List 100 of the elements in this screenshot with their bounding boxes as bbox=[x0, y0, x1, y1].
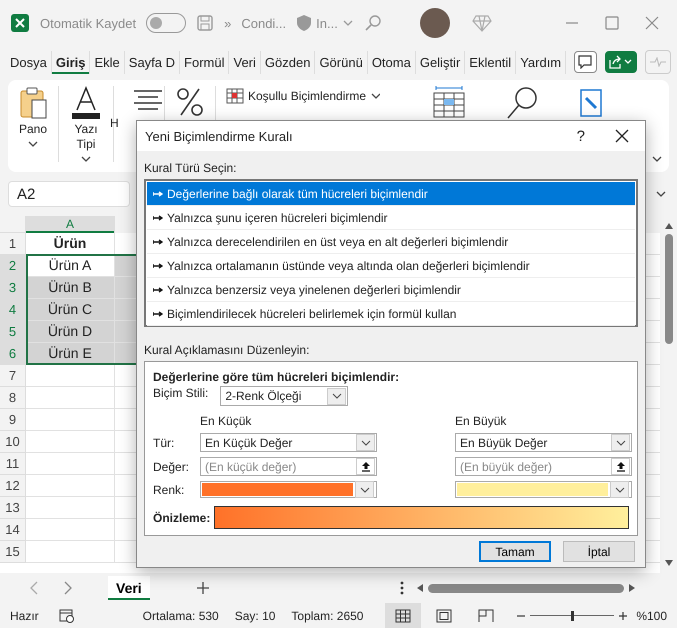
rule-type-option[interactable]: Yalnızca derecelendirilen en üst veya en alt değerleri biçimlendir bbox=[147, 230, 635, 254]
comment-icon bbox=[578, 55, 592, 69]
value-field[interactable]: (En küçük değer) bbox=[200, 457, 377, 476]
menu-tab[interactable]: Sayfa D bbox=[124, 50, 180, 74]
panel-heading: Değerlerine göre tüm hücreleri biçimlendir: bbox=[153, 370, 400, 384]
collapse-dialog-icon bbox=[616, 461, 626, 472]
avatar[interactable] bbox=[420, 8, 450, 38]
status-count: Say: 10 bbox=[234, 608, 276, 622]
accessibility-icon[interactable] bbox=[58, 608, 75, 622]
add-sheet-icon[interactable] bbox=[196, 581, 210, 595]
sheet-tab[interactable]: Veri bbox=[108, 576, 150, 600]
row-header[interactable]: 8 bbox=[0, 387, 26, 409]
alignment-group-label[interactable]: H bbox=[110, 116, 119, 131]
scrollbar-thumb[interactable] bbox=[664, 234, 672, 344]
row-header[interactable]: 1 bbox=[0, 233, 26, 255]
search-icon[interactable] bbox=[506, 86, 538, 120]
table-cell: Ürün B bbox=[26, 277, 115, 299]
scroll-up-icon[interactable] bbox=[664, 222, 674, 230]
autosave-label: Otomatik Kaydet bbox=[40, 16, 136, 30]
field-label: Renk: bbox=[153, 482, 186, 496]
preview-label: Önizleme: bbox=[153, 510, 210, 524]
row-header[interactable]: 10 bbox=[0, 431, 26, 453]
format-style-label: Biçim Stili: bbox=[153, 386, 208, 400]
zoom-level[interactable]: %100 bbox=[636, 608, 668, 622]
row-header[interactable]: 12 bbox=[0, 475, 26, 497]
status-text: Hazır bbox=[10, 608, 39, 622]
menu-tab[interactable]: Formül bbox=[180, 50, 230, 74]
scroll-down-icon[interactable] bbox=[664, 559, 674, 567]
menu-tab[interactable]: Veri bbox=[229, 50, 261, 74]
row-header[interactable]: 4 bbox=[0, 299, 26, 321]
percent-icon[interactable] bbox=[175, 86, 205, 118]
arrow-bullet-icon bbox=[153, 262, 163, 270]
rule-type-list[interactable] bbox=[144, 179, 638, 327]
color-select[interactable] bbox=[200, 481, 377, 498]
more-options-icon[interactable] bbox=[400, 581, 404, 595]
row-header[interactable]: 5 bbox=[0, 321, 26, 343]
table-cell: Ürün C bbox=[26, 299, 115, 321]
type-select[interactable]: En Büyük Değer bbox=[455, 433, 632, 452]
rule-type-option[interactable]: Biçimlendirilecek hücreleri belirlemek için formül kullan bbox=[147, 302, 635, 326]
comments-button[interactable] bbox=[574, 51, 597, 73]
zoom-slider-thumb[interactable] bbox=[570, 610, 574, 620]
scroll-left-icon[interactable] bbox=[416, 583, 424, 593]
font-color-icon[interactable] bbox=[72, 86, 100, 120]
rule-type-option[interactable]: Değerlerine bağlı olarak tüm hücreleri biçimlendir bbox=[147, 182, 635, 206]
share-button[interactable] bbox=[604, 51, 637, 73]
arrow-bullet-icon bbox=[153, 286, 163, 294]
rule-type-option[interactable]: Yalnızca benzersiz veya yinelenen değerleri biçimlendir bbox=[147, 278, 635, 302]
row-header[interactable]: 9 bbox=[0, 409, 26, 431]
autosave-toggle[interactable] bbox=[146, 13, 186, 33]
cells-icon[interactable] bbox=[432, 86, 466, 118]
dialog-button[interactable]: İptal bbox=[563, 541, 635, 562]
chevron-down-icon[interactable] bbox=[80, 154, 92, 164]
scroll-right-icon[interactable] bbox=[628, 583, 636, 593]
chevron-down-icon[interactable] bbox=[27, 139, 39, 149]
menu-tab[interactable]: Eklentil bbox=[465, 50, 516, 74]
clipboard-icon[interactable] bbox=[18, 86, 48, 120]
arrow-bullet-icon bbox=[153, 190, 163, 198]
menu-tab[interactable]: Ekle bbox=[90, 50, 125, 74]
section-label: Kural Açıklamasını Düzenleyin: bbox=[144, 343, 310, 357]
color-select[interactable] bbox=[455, 481, 632, 498]
menu-tab[interactable]: Dosya bbox=[6, 50, 52, 74]
row-header[interactable]: 13 bbox=[0, 497, 26, 519]
horizontal-scrollbar[interactable] bbox=[416, 581, 636, 595]
rule-type-option[interactable]: Yalnızca şunu içeren hücreleri biçimlendir bbox=[147, 206, 635, 230]
font-group-label[interactable]: Yazı Tipi bbox=[69, 122, 103, 152]
zoom-slider[interactable] bbox=[530, 610, 614, 622]
save-icon[interactable] bbox=[196, 14, 214, 32]
name-box[interactable]: A2 bbox=[8, 181, 130, 207]
menu-tab[interactable]: Görünü bbox=[315, 50, 368, 74]
column-header[interactable]: A bbox=[26, 216, 115, 233]
help-button[interactable]: ? bbox=[576, 128, 585, 144]
close-icon[interactable] bbox=[615, 129, 629, 143]
next-sheet-icon[interactable] bbox=[62, 581, 74, 595]
row-header[interactable]: 2 bbox=[0, 255, 26, 277]
conditional-formatting-button[interactable]: Koşullu Biçimlendirme bbox=[216, 86, 390, 106]
row-header[interactable]: 7 bbox=[0, 365, 26, 387]
row-header[interactable]: 14 bbox=[0, 519, 26, 541]
clipboard-group-label[interactable]: Pano bbox=[18, 122, 48, 137]
chevron-down-icon bbox=[360, 438, 370, 446]
share-icon bbox=[608, 55, 634, 69]
arrow-bullet-icon bbox=[153, 310, 163, 318]
normal-view-button[interactable] bbox=[385, 603, 421, 628]
menu-tab[interactable]: Yardım bbox=[516, 50, 566, 74]
menu-tab[interactable]: Giriş bbox=[52, 50, 90, 74]
column-heading: En Büyük bbox=[455, 414, 508, 428]
row-header[interactable]: 11 bbox=[0, 453, 26, 475]
menu-tab[interactable]: Otoma bbox=[368, 50, 416, 74]
zoom-in-icon[interactable] bbox=[618, 610, 628, 620]
format-style-select[interactable]: 2-Renk Ölçeği bbox=[220, 386, 348, 406]
scrollbar-thumb[interactable] bbox=[428, 584, 624, 592]
dialog-button[interactable]: Tamam bbox=[479, 541, 551, 562]
row-header[interactable]: 3 bbox=[0, 277, 26, 299]
status-sum: Toplam: 2650 bbox=[291, 608, 364, 622]
rule-type-option[interactable]: Yalnızca ortalamanın üstünde veya altında olan değerleri biçimlendir bbox=[147, 254, 635, 278]
row-header[interactable]: 15 bbox=[0, 541, 26, 563]
row-header[interactable]: 6 bbox=[0, 343, 26, 365]
value-field[interactable]: (En büyük değer) bbox=[455, 457, 632, 476]
type-select[interactable]: En Küçük Değer bbox=[200, 433, 377, 452]
menu-tab[interactable]: Gözden bbox=[260, 50, 316, 74]
menu-tab[interactable]: Geliştir bbox=[416, 50, 466, 74]
